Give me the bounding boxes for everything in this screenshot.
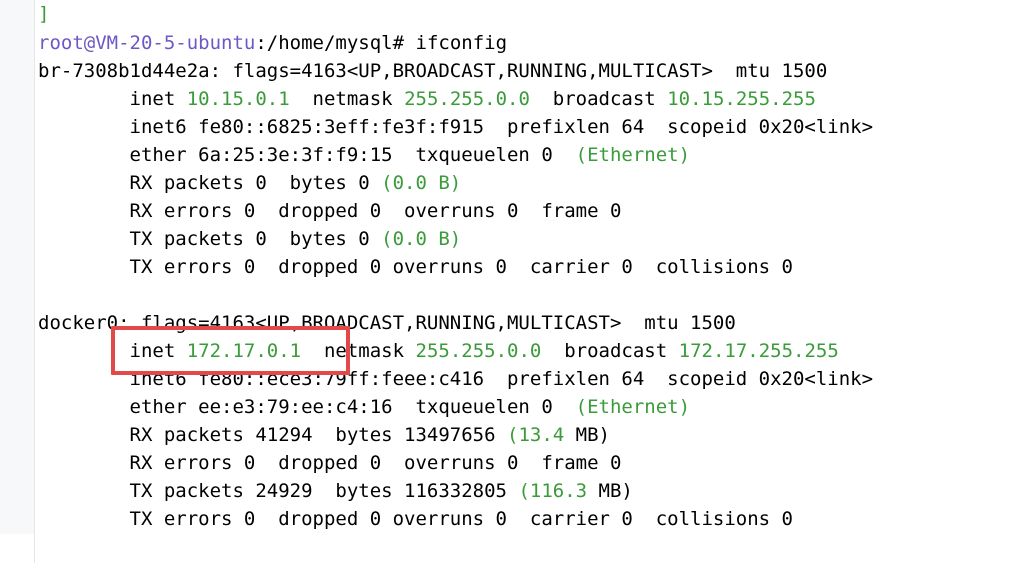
br-header-line: br-7308b1d44e2a: flags=4163<UP,BROADCAST… <box>38 60 828 82</box>
terminal-gutter <box>0 0 35 534</box>
docker-tx-size-unit: MB) <box>587 480 633 502</box>
prompt-user-host: root@VM-20-5-ubuntu <box>38 32 256 54</box>
br-rx-errors-line: RX errors 0 dropped 0 overruns 0 frame 0 <box>38 200 622 222</box>
docker-header-line: docker0: flags=4163<UP,BROADCAST,RUNNING… <box>38 312 736 334</box>
docker-netmask-value: 255.255.0.0 <box>415 340 542 362</box>
br-inet6-line: inet6 fe80::6825:3eff:fe3f:f915 prefixle… <box>38 116 874 138</box>
docker-rx-unit-text: MB) <box>564 424 610 446</box>
terminal-line-bracket: ] <box>38 3 50 25</box>
br-broadcast-label: broadcast <box>529 88 668 110</box>
docker-rx-packets-line: RX packets 41294 bytes 13497656 (13.4 MB… <box>38 421 610 449</box>
prompt-command: ifconfig <box>404 32 508 54</box>
docker-inet-line: inet 172.17.0.1 netmask 255.255.0.0 broa… <box>38 337 839 365</box>
docker-broadcast-label: broadcast <box>541 340 679 362</box>
br-ether-text: ether 6a:25:3e:3f:f9:15 txqueuelen 0 <box>38 144 576 166</box>
br-inet-label: inet <box>38 88 187 110</box>
docker-ether-type: (Ethernet) <box>575 396 691 418</box>
docker-tx-packets-line: TX packets 24929 bytes 116332805 (116.3 … <box>38 477 633 505</box>
br-inet-line: inet 10.15.0.1 netmask 255.255.0.0 broad… <box>38 85 816 113</box>
br-tx-packets-text: TX packets 0 bytes 0 <box>38 228 382 250</box>
br-tx-size: (0.0 B) <box>381 228 462 250</box>
docker-ether-line: ether ee:e3:79:ee:c4:16 txqueuelen 0 (Et… <box>38 393 691 421</box>
docker-inet-label: inet <box>38 340 187 362</box>
docker-inet-ip: 172.17.0.1 <box>186 340 302 362</box>
br-tx-errors-line: TX errors 0 dropped 0 overruns 0 carrier… <box>38 256 793 278</box>
br-rx-packets-line: RX packets 0 bytes 0 (0.0 B) <box>38 169 462 197</box>
docker-netmask-label: netmask <box>301 340 416 362</box>
docker-tx-errors-line: TX errors 0 dropped 0 overruns 0 carrier… <box>38 508 793 530</box>
docker-broadcast-value: 172.17.255.255 <box>678 340 839 362</box>
br-ether-type: (Ethernet) <box>575 144 691 166</box>
br-ether-line: ether 6a:25:3e:3f:f9:15 txqueuelen 0 (Et… <box>38 141 691 169</box>
br-rx-packets-text: RX packets 0 bytes 0 <box>38 172 382 194</box>
br-rx-size: (0.0 B) <box>381 172 462 194</box>
terminal-window[interactable]: ] root@VM-20-5-ubuntu:/home/mysql# ifcon… <box>0 0 1019 563</box>
prompt-path: :/home/mysql# <box>255 32 405 54</box>
docker-ether-text: ether ee:e3:79:ee:c4:16 txqueuelen 0 <box>38 396 576 418</box>
terminal-line-prompt: root@VM-20-5-ubuntu:/home/mysql# ifconfi… <box>38 29 507 57</box>
br-netmask-label: netmask <box>289 88 405 110</box>
docker-rx-size-num: (13.4 <box>507 424 565 446</box>
br-broadcast-value: 10.15.255.255 <box>667 88 816 110</box>
terminal-gutter-bottom <box>0 534 35 563</box>
docker-rx-packets-text: RX packets 41294 bytes 13497656 <box>38 424 507 446</box>
docker-tx-packets-text: TX packets 24929 bytes 116332805 <box>38 480 519 502</box>
docker-rx-errors-line: RX errors 0 dropped 0 overruns 0 frame 0 <box>38 452 622 474</box>
br-netmask-value: 255.255.0.0 <box>404 88 530 110</box>
docker-inet6-line: inet6 fe80::ece3:79ff:feee:c416 prefixle… <box>38 368 874 390</box>
docker-tx-size-num: (116.3 <box>518 480 588 502</box>
br-inet-ip: 10.15.0.1 <box>186 88 290 110</box>
br-tx-packets-line: TX packets 0 bytes 0 (0.0 B) <box>38 225 462 253</box>
docker-rx-size-unit: MB) <box>564 424 610 446</box>
